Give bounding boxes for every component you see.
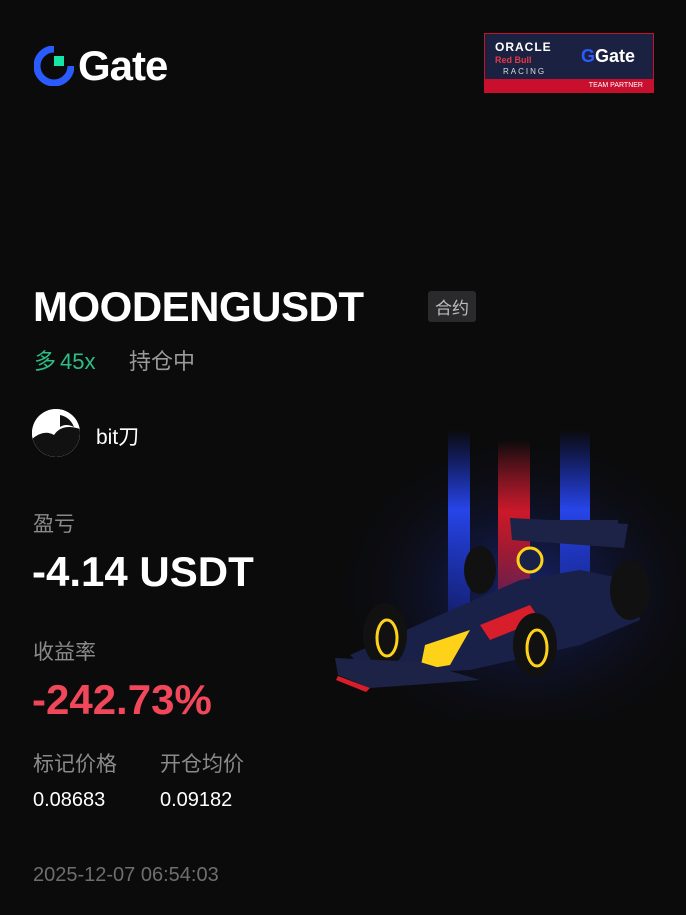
leverage-label: 45x [60,349,96,374]
position-status: 持仓中 [129,349,196,374]
username: bit刀 [96,426,140,449]
position-side: 多 45x [34,344,96,376]
side-label: 多 [34,349,57,374]
redbull-label: Red Bull [495,55,532,65]
roi-label: 收益率 [33,641,96,664]
oracle-label: ORACLE [495,40,552,54]
mark-price-value: 0.08683 [33,789,106,811]
contract-type-tag: 合约 [428,291,476,322]
brand-name: Gate [78,42,168,89]
gate-logo: Gate [34,42,168,89]
pnl-label: 盈亏 [33,513,75,536]
pnl-value: -4.14 USDT [32,548,254,595]
roi-value: -242.73% [32,676,212,723]
entry-price-label: 开仓均价 [160,753,244,776]
team-partner-badge: ORACLE Red Bull RACING GGate TEAM PARTNE… [484,33,654,93]
f1-car-illustration [330,430,686,720]
partner-gate-label: GGate [581,46,636,66]
contract-symbol: MOODENGUSDT [33,283,364,330]
racing-label: RACING [503,67,547,76]
user-avatar [32,409,80,457]
timestamp: 2025-12-07 06:54:03 [33,864,219,886]
team-partner-strip: TEAM PARTNER [485,79,653,92]
mark-price-label: 标记价格 [33,753,117,776]
gate-logo-icon [34,46,74,86]
entry-price-value: 0.09182 [160,789,233,811]
